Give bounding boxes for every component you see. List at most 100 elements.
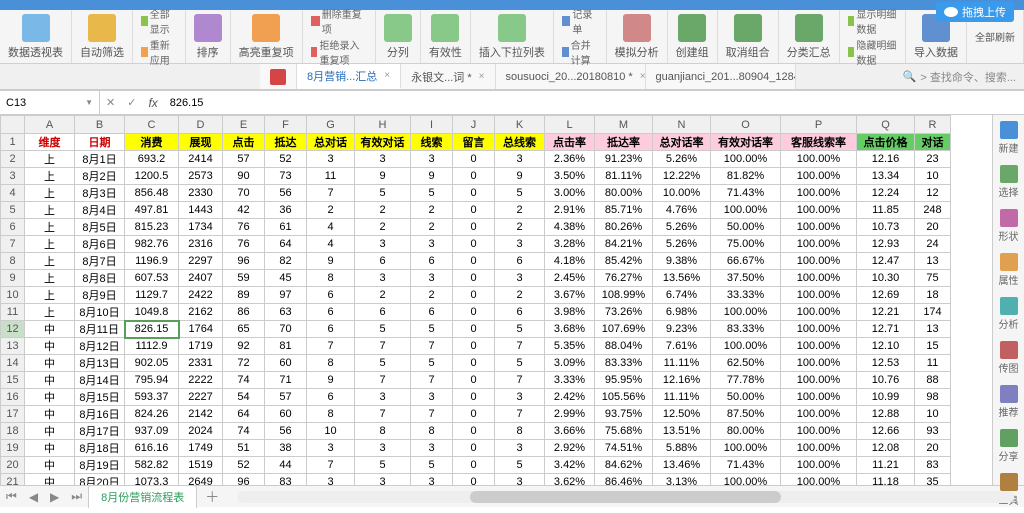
- ribbon-whatif[interactable]: 模拟分析: [607, 10, 668, 63]
- cell[interactable]: 77.78%: [711, 372, 781, 389]
- row-head[interactable]: 5: [1, 202, 25, 219]
- cell[interactable]: 8: [307, 355, 355, 372]
- cell[interactable]: 93.75%: [595, 406, 653, 423]
- cell[interactable]: 1749: [179, 440, 223, 457]
- cell[interactable]: 87.50%: [711, 406, 781, 423]
- cell[interactable]: 4.76%: [653, 202, 711, 219]
- cell[interactable]: 73.26%: [595, 304, 653, 321]
- cell[interactable]: 2: [495, 219, 545, 236]
- cell[interactable]: 2.92%: [545, 440, 595, 457]
- cell[interactable]: 8月10日: [75, 304, 125, 321]
- cell[interactable]: 56: [265, 185, 307, 202]
- cell[interactable]: 3: [495, 151, 545, 168]
- cell[interactable]: 100.00%: [781, 287, 857, 304]
- cell[interactable]: 71.43%: [711, 457, 781, 474]
- col-head[interactable]: E: [223, 116, 265, 134]
- cell[interactable]: 66.67%: [711, 253, 781, 270]
- row-head[interactable]: 11: [1, 304, 25, 321]
- col-head[interactable]: D: [179, 116, 223, 134]
- cell[interactable]: 13: [915, 253, 951, 270]
- sheet-nav-prev[interactable]: ◀: [23, 490, 44, 504]
- cell[interactable]: 7: [355, 406, 411, 423]
- cell[interactable]: 3.67%: [545, 287, 595, 304]
- cell[interactable]: 0: [453, 372, 495, 389]
- cell[interactable]: 75.68%: [595, 423, 653, 440]
- cell[interactable]: 12.16%: [653, 372, 711, 389]
- cell[interactable]: 2331: [179, 355, 223, 372]
- cell[interactable]: 2.45%: [545, 270, 595, 287]
- col-head[interactable]: O: [711, 116, 781, 134]
- cell[interactable]: 1443: [179, 202, 223, 219]
- cell[interactable]: 824.26: [125, 406, 179, 423]
- cell[interactable]: 7: [411, 406, 453, 423]
- cell[interactable]: 2162: [179, 304, 223, 321]
- cell[interactable]: 80.00%: [595, 185, 653, 202]
- cell[interactable]: 84.21%: [595, 236, 653, 253]
- cell[interactable]: 100.00%: [781, 406, 857, 423]
- cell[interactable]: 85.71%: [595, 202, 653, 219]
- cell[interactable]: 73: [265, 168, 307, 185]
- cell[interactable]: 57: [265, 389, 307, 406]
- cell[interactable]: 中: [25, 338, 75, 355]
- cell[interactable]: 0: [453, 389, 495, 406]
- cell[interactable]: 91.23%: [595, 151, 653, 168]
- cell[interactable]: 100.00%: [711, 338, 781, 355]
- row-head[interactable]: 6: [1, 219, 25, 236]
- sheet-nav-first[interactable]: ⏮: [0, 489, 23, 504]
- cell[interactable]: 6: [307, 287, 355, 304]
- cell[interactable]: 10: [915, 406, 951, 423]
- cell[interactable]: 3: [355, 270, 411, 287]
- cell[interactable]: 4.38%: [545, 219, 595, 236]
- cell[interactable]: 42: [223, 202, 265, 219]
- cell[interactable]: 2: [411, 202, 453, 219]
- cell[interactable]: 8月7日: [75, 253, 125, 270]
- cell[interactable]: 64: [223, 406, 265, 423]
- cancel-formula-icon[interactable]: ✕: [100, 96, 121, 109]
- cell[interactable]: 3: [495, 270, 545, 287]
- col-head[interactable]: F: [265, 116, 307, 134]
- side-tool-5[interactable]: 传图: [999, 341, 1019, 375]
- row-head[interactable]: 14: [1, 355, 25, 372]
- cell[interactable]: 11.85: [857, 202, 915, 219]
- cell[interactable]: 6: [307, 389, 355, 406]
- cell[interactable]: 12.08: [857, 440, 915, 457]
- cell[interactable]: 96: [223, 474, 265, 486]
- cell[interactable]: 107.69%: [595, 321, 653, 338]
- cell[interactable]: 64: [265, 236, 307, 253]
- cell[interactable]: 上: [25, 287, 75, 304]
- cell[interactable]: 45: [265, 270, 307, 287]
- cell[interactable]: 61: [265, 219, 307, 236]
- cell[interactable]: 7: [307, 457, 355, 474]
- cell[interactable]: 2142: [179, 406, 223, 423]
- side-tool-0[interactable]: 新建: [999, 121, 1019, 155]
- cell[interactable]: 937.09: [125, 423, 179, 440]
- cell[interactable]: 8月12日: [75, 338, 125, 355]
- cell[interactable]: 0: [453, 287, 495, 304]
- cell[interactable]: 5: [411, 321, 453, 338]
- side-tool-3[interactable]: 属性: [999, 253, 1019, 287]
- cell[interactable]: 63: [265, 304, 307, 321]
- cell[interactable]: 12.88: [857, 406, 915, 423]
- cell[interactable]: 89: [223, 287, 265, 304]
- cell[interactable]: 0: [453, 304, 495, 321]
- cell[interactable]: 7.61%: [653, 338, 711, 355]
- cell[interactable]: 8月15日: [75, 389, 125, 406]
- cell[interactable]: 3.62%: [545, 474, 595, 486]
- cell[interactable]: 2: [355, 202, 411, 219]
- cell[interactable]: 100.00%: [781, 304, 857, 321]
- side-tool-4[interactable]: 分析: [999, 297, 1019, 331]
- cell[interactable]: 0: [453, 474, 495, 486]
- cell[interactable]: 0: [453, 236, 495, 253]
- row-head[interactable]: 2: [1, 151, 25, 168]
- cell[interactable]: 3.09%: [545, 355, 595, 372]
- cell[interactable]: 2024: [179, 423, 223, 440]
- cell[interactable]: 70: [223, 185, 265, 202]
- cell[interactable]: 83: [915, 457, 951, 474]
- cell[interactable]: 5: [495, 185, 545, 202]
- cell[interactable]: 100.00%: [781, 457, 857, 474]
- col-head[interactable]: I: [411, 116, 453, 134]
- cell[interactable]: 3: [411, 440, 453, 457]
- cell[interactable]: 98: [915, 389, 951, 406]
- cell[interactable]: 74: [223, 423, 265, 440]
- cell[interactable]: 36: [265, 202, 307, 219]
